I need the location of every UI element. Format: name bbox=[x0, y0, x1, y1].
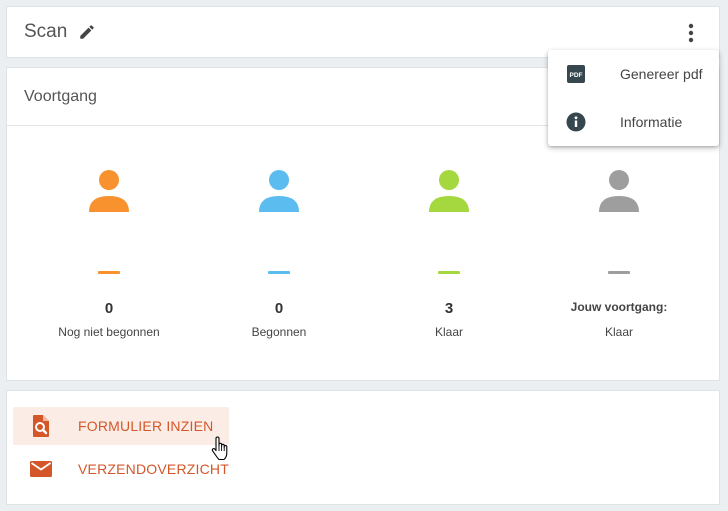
view-form-button[interactable]: FORMULIER INZIEN bbox=[13, 407, 230, 445]
progress-title: Voortgang bbox=[24, 88, 97, 105]
person-icon bbox=[89, 170, 129, 212]
status-not-started: 0 Nog niet begonnen bbox=[19, 168, 199, 339]
status-dash bbox=[608, 271, 630, 274]
menu-item-label: Genereer pdf bbox=[620, 66, 703, 82]
status-label: Klaar bbox=[434, 325, 463, 339]
status-label: Begonnen bbox=[251, 325, 307, 339]
menu-item-label: Informatie bbox=[620, 114, 683, 130]
menu-item-info[interactable]: Informatie bbox=[548, 98, 719, 146]
status-own-progress: Jouw voortgang: Klaar bbox=[529, 168, 709, 339]
person-icon bbox=[429, 170, 469, 212]
status-label: Nog niet begonnen bbox=[58, 325, 160, 339]
own-progress-label: Jouw voortgang: bbox=[570, 300, 668, 314]
more-vert-icon[interactable] bbox=[681, 21, 701, 45]
status-dash bbox=[98, 271, 120, 274]
more-menu: PDF Genereer pdf Informatie bbox=[548, 50, 719, 146]
sending-overview-button[interactable]: VERZENDOVERZICHT bbox=[13, 450, 245, 488]
pdf-icon: PDF bbox=[567, 65, 585, 83]
status-done: 3 Klaar bbox=[359, 168, 539, 339]
status-count: 3 bbox=[444, 300, 454, 317]
person-icon bbox=[259, 170, 299, 212]
document-search-icon bbox=[33, 415, 49, 437]
status-count: 0 bbox=[274, 300, 284, 317]
info-icon bbox=[566, 112, 586, 132]
status-count: 0 bbox=[104, 300, 114, 317]
view-form-label: FORMULIER INZIEN bbox=[78, 418, 214, 434]
sending-overview-label: VERZENDOVERZICHT bbox=[78, 461, 229, 477]
actions-card: FORMULIER INZIEN VERZENDOVERZICHT bbox=[6, 390, 720, 505]
status-started: 0 Begonnen bbox=[189, 168, 369, 339]
person-icon bbox=[599, 170, 639, 212]
status-dash bbox=[268, 271, 290, 274]
status-dash bbox=[438, 271, 460, 274]
mail-icon bbox=[30, 461, 52, 477]
menu-item-generate-pdf[interactable]: PDF Genereer pdf bbox=[548, 50, 719, 98]
own-progress-value: Klaar bbox=[604, 325, 633, 339]
page-title: Scan bbox=[24, 21, 68, 42]
svg-text:PDF: PDF bbox=[570, 72, 583, 79]
pencil-icon[interactable] bbox=[78, 23, 96, 41]
